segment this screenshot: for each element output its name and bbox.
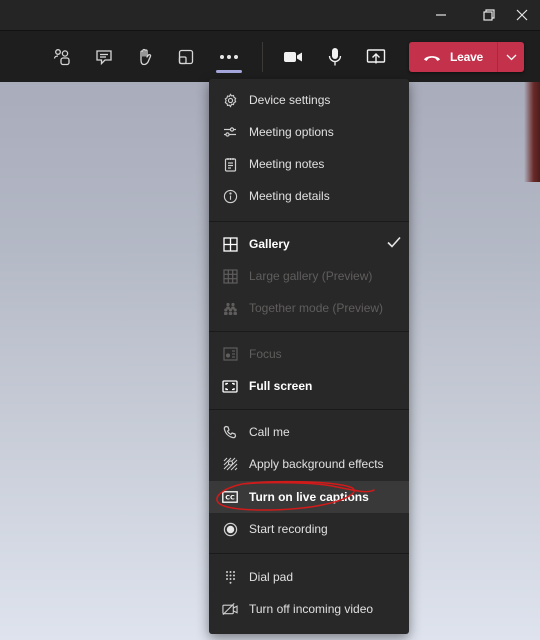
chat-button[interactable] xyxy=(88,41,120,73)
menu-divider xyxy=(209,221,409,222)
camera-button[interactable] xyxy=(277,41,309,73)
menu-item-full-screen[interactable]: Full screen xyxy=(209,370,409,402)
large-gallery-icon xyxy=(222,268,238,284)
menu-item-label: Large gallery (Preview) xyxy=(249,269,373,283)
leave-label: Leave xyxy=(450,50,484,64)
fullscreen-icon xyxy=(222,379,238,393)
cc-icon: CC xyxy=(222,491,238,503)
menu-item-meeting-notes[interactable]: Meeting notes xyxy=(209,148,409,180)
camera-icon xyxy=(284,52,302,62)
menu-item-together-mode: Together mode (Preview) xyxy=(209,292,409,324)
menu-item-focus: Focus xyxy=(209,338,409,370)
menu-divider xyxy=(209,553,409,554)
participants-button[interactable] xyxy=(46,41,78,73)
gallery-icon xyxy=(222,236,238,252)
svg-text:CC: CC xyxy=(225,494,235,502)
menu-item-label: Focus xyxy=(249,347,282,361)
menu-item-dial-pad[interactable]: Dial pad xyxy=(209,561,409,593)
focus-icon xyxy=(222,347,238,361)
menu-divider xyxy=(209,409,409,410)
menu-item-label: Meeting notes xyxy=(249,157,325,171)
menu-item-call-me[interactable]: Call me xyxy=(209,416,409,448)
menu-item-label: Call me xyxy=(249,425,290,439)
menu-item-label: Together mode (Preview) xyxy=(249,301,384,315)
together-mode-icon xyxy=(223,302,237,315)
toolbar-divider xyxy=(262,42,263,72)
menu-item-label: Start recording xyxy=(249,522,328,536)
active-tab-indicator xyxy=(216,70,242,73)
people-icon xyxy=(53,49,70,66)
menu-item-label: Device settings xyxy=(249,93,331,107)
leave-button-group: Leave xyxy=(409,42,524,72)
chevron-down-icon xyxy=(506,54,516,60)
menu-item-label: Apply background effects xyxy=(249,457,384,471)
share-screen-icon xyxy=(366,49,386,64)
menu-item-label: Meeting options xyxy=(249,125,334,139)
menu-item-label: Turn off incoming video xyxy=(249,602,374,616)
more-actions-menu: Device settings Meeting options Meeting … xyxy=(209,79,409,634)
menu-item-meeting-options[interactable]: Meeting options xyxy=(209,116,409,148)
sliders-icon xyxy=(224,127,236,137)
menu-item-label: Full screen xyxy=(249,379,313,393)
phone-hangup-icon xyxy=(424,55,440,61)
dialpad-icon xyxy=(225,570,235,584)
close-icon xyxy=(516,9,528,21)
participant-video-edge xyxy=(524,82,540,182)
close-window-button[interactable] xyxy=(504,0,540,30)
microphone-button[interactable] xyxy=(319,41,351,73)
menu-item-label: Dial pad xyxy=(249,570,294,584)
menu-item-label: Meeting details xyxy=(249,189,330,203)
menu-item-meeting-details[interactable]: Meeting details xyxy=(209,180,409,212)
leave-options-dropdown[interactable] xyxy=(498,42,524,72)
minimize-button[interactable] xyxy=(423,0,459,30)
menu-divider xyxy=(209,331,409,332)
menu-item-label: Turn on live captions xyxy=(249,490,369,504)
menu-item-device-settings[interactable]: Device settings xyxy=(209,84,409,116)
leave-button[interactable]: Leave xyxy=(409,42,497,72)
checkmark-icon xyxy=(387,236,401,248)
rooms-button[interactable] xyxy=(170,41,202,73)
phone-icon xyxy=(223,425,237,439)
menu-item-start-recording[interactable]: Start recording xyxy=(209,513,409,545)
menu-item-gallery[interactable]: Gallery xyxy=(209,228,409,260)
share-button[interactable] xyxy=(360,41,392,73)
more-actions-button[interactable] xyxy=(213,41,245,73)
info-icon xyxy=(223,189,237,203)
menu-item-large-gallery: Large gallery (Preview) xyxy=(209,260,409,292)
notes-icon xyxy=(224,157,236,172)
menu-item-label: Gallery xyxy=(249,237,290,251)
chat-icon xyxy=(96,50,112,66)
background-effects-icon xyxy=(223,457,237,471)
mic-icon xyxy=(328,48,342,66)
restore-icon xyxy=(483,9,495,21)
video-off-icon xyxy=(222,602,238,616)
hand-icon xyxy=(140,48,152,66)
record-icon xyxy=(223,522,237,536)
more-icon xyxy=(220,55,238,59)
breakout-rooms-icon xyxy=(178,49,194,65)
restore-button[interactable] xyxy=(471,0,507,30)
menu-item-live-captions[interactable]: CC Turn on live captions xyxy=(209,481,409,513)
menu-item-turn-off-incoming-video[interactable]: Turn off incoming video xyxy=(209,593,409,625)
menu-item-background-effects[interactable]: Apply background effects xyxy=(209,448,409,480)
title-bar xyxy=(0,0,540,30)
minimize-icon xyxy=(436,14,446,16)
gear-icon xyxy=(224,92,236,108)
raise-hand-button[interactable] xyxy=(129,41,161,73)
